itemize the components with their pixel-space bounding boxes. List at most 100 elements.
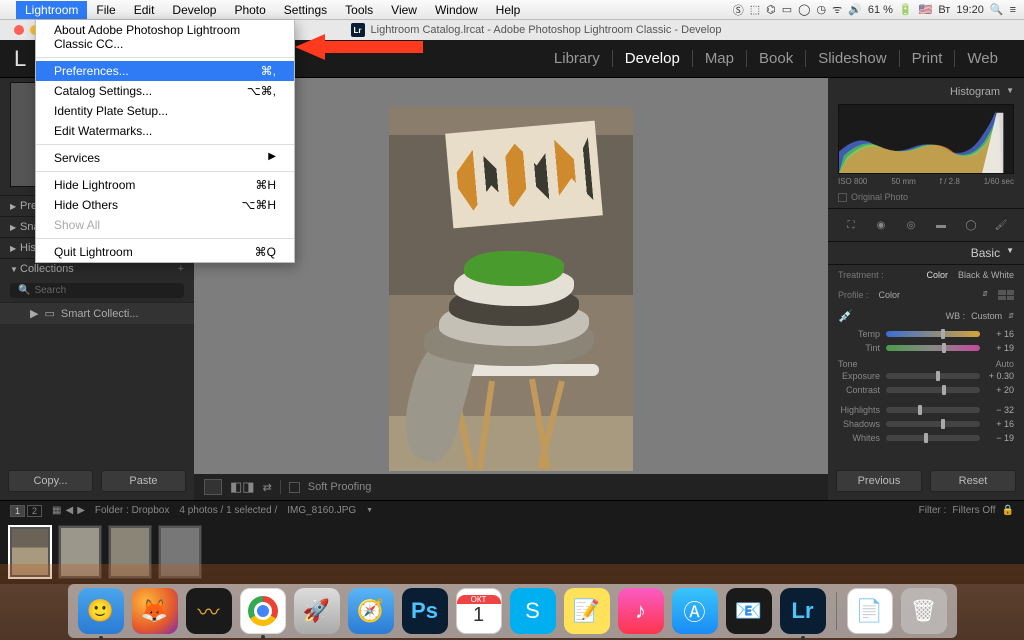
dock-appstore[interactable]: Ⓐ (672, 588, 718, 634)
module-library[interactable]: Library (542, 50, 612, 67)
menu-lightroom[interactable]: Lightroom (16, 1, 87, 19)
spotlight-icon[interactable]: 🔍 (990, 3, 1004, 16)
dock-app2[interactable]: 📧 (726, 588, 772, 634)
crop-tool[interactable]: ⛶ (841, 215, 861, 235)
menu-hide-others[interactable]: Hide Others⌥⌘H (36, 195, 294, 215)
treatment-color[interactable]: Color (926, 270, 948, 280)
menu-window[interactable]: Window (426, 1, 487, 19)
gradient-tool[interactable]: ▬ (931, 215, 951, 235)
previous-button[interactable]: Previous (836, 470, 922, 492)
histogram[interactable] (838, 104, 1014, 174)
shadows-slider[interactable] (886, 421, 980, 427)
menu-preferences[interactable]: Preferences...⌘, (36, 61, 294, 81)
smart-collections-item[interactable]: ▶▭Smart Collecti... (0, 302, 194, 324)
module-book[interactable]: Book (746, 50, 805, 67)
menu-tools[interactable]: Tools (336, 1, 382, 19)
dock-lightroom[interactable]: Lr (780, 588, 826, 634)
soft-proofing-checkbox[interactable] (289, 482, 300, 493)
dock-app[interactable]: 〰 (186, 588, 232, 634)
wifi-icon[interactable]: ᯤ (832, 2, 842, 17)
temp-slider[interactable] (886, 331, 980, 337)
contrast-slider[interactable] (886, 387, 980, 393)
volume-icon[interactable]: 🔊 (848, 3, 862, 16)
display-tray-icon[interactable]: ▭ (782, 3, 792, 16)
dock-trash[interactable]: 🗑 (901, 588, 947, 634)
shadows-value[interactable]: + 16 (986, 419, 1014, 429)
dropbox-tray-icon[interactable]: ⬚ (750, 3, 760, 16)
dock-firefox[interactable]: 🦊 (132, 588, 178, 634)
paste-button[interactable]: Paste (101, 470, 186, 492)
radial-tool[interactable]: ◯ (961, 215, 981, 235)
contrast-value[interactable]: + 20 (986, 385, 1014, 395)
dock-finder[interactable]: 🙂 (78, 588, 124, 634)
wb-select[interactable]: Custom (971, 311, 1002, 321)
menu-quit[interactable]: Quit Lightroom⌘Q (36, 242, 294, 262)
menu-catalog-settings[interactable]: Catalog Settings...⌥⌘, (36, 81, 294, 101)
basic-panel-header[interactable]: Basic (971, 246, 1000, 260)
filter-select[interactable]: Filters Off (952, 505, 995, 516)
module-print[interactable]: Print (899, 50, 955, 67)
switch-icon[interactable]: ⇄ (263, 481, 272, 494)
dock-itunes[interactable]: ♪ (618, 588, 664, 634)
dock-safari[interactable]: 🧭 (348, 588, 394, 634)
module-map[interactable]: Map (692, 50, 746, 67)
screen-1[interactable]: 1 (10, 505, 25, 517)
module-develop[interactable]: Develop (612, 50, 692, 67)
profile-browser-icon[interactable] (998, 290, 1014, 300)
menu-settings[interactable]: Settings (275, 1, 336, 19)
clock-tray-icon[interactable]: ◷ (816, 3, 826, 16)
nav-back-icon[interactable]: ◀ (65, 505, 73, 516)
menu-develop[interactable]: Develop (163, 1, 225, 19)
menu-photo[interactable]: Photo (225, 1, 274, 19)
menu-services[interactable]: Services▶ (36, 148, 294, 168)
nav-fwd-icon[interactable]: ▶ (77, 505, 85, 516)
dock-calendar[interactable]: ОКТ1 (456, 588, 502, 634)
cc-tray-icon[interactable]: ⌬ (766, 3, 776, 16)
treatment-bw[interactable]: Black & White (958, 270, 1014, 280)
highlights-slider[interactable] (886, 407, 980, 413)
menu-identity-plate[interactable]: Identity Plate Setup... (36, 101, 294, 121)
before-after-icon[interactable]: ◧◨ (230, 479, 255, 495)
dock-document[interactable]: 📄 (847, 588, 893, 634)
menu-extra-icon[interactable]: ≡ (1010, 4, 1016, 16)
screen-2[interactable]: 2 (27, 505, 42, 517)
temp-value[interactable]: + 16 (986, 329, 1014, 339)
copy-button[interactable]: Copy... (8, 470, 93, 492)
brush-tool[interactable]: 🖌 (991, 215, 1011, 235)
menu-file[interactable]: File (87, 1, 124, 19)
dock-chrome[interactable] (240, 588, 286, 634)
collections-search[interactable]: 🔍Search (10, 283, 184, 298)
menu-hide-lightroom[interactable]: Hide Lightroom⌘H (36, 175, 294, 195)
dock-notes[interactable]: 📝 (564, 588, 610, 634)
original-photo-checkbox[interactable] (838, 193, 847, 202)
auto-button[interactable]: Auto (995, 359, 1014, 369)
reset-button[interactable]: Reset (930, 470, 1016, 492)
menu-edit[interactable]: Edit (125, 1, 164, 19)
whites-slider[interactable] (886, 435, 980, 441)
folder-path[interactable]: Folder : Dropbox (95, 505, 169, 516)
menu-view[interactable]: View (382, 1, 426, 19)
profile-select[interactable]: Color ⇵ (875, 289, 992, 301)
module-slideshow[interactable]: Slideshow (805, 50, 898, 67)
grid-view-icon[interactable]: ▦ (52, 505, 61, 516)
menu-edit-watermarks[interactable]: Edit Watermarks... (36, 121, 294, 141)
wb-eyedropper[interactable]: 💉 (838, 309, 853, 323)
spot-tool[interactable]: ◉ (871, 215, 891, 235)
battery-icon[interactable]: 🔋 (899, 3, 913, 16)
whites-value[interactable]: − 19 (986, 433, 1014, 443)
tint-value[interactable]: + 19 (986, 343, 1014, 353)
filter-lock-icon[interactable]: 🔒 (1002, 505, 1014, 516)
dock-launchpad[interactable]: 🚀 (294, 588, 340, 634)
dock-skype[interactable]: S (510, 588, 556, 634)
dock-photoshop[interactable]: Ps (402, 588, 448, 634)
close-button[interactable] (14, 25, 24, 35)
module-web[interactable]: Web (954, 50, 1010, 67)
exposure-slider[interactable] (886, 373, 980, 379)
skype-tray-icon[interactable]: Ⓢ (733, 2, 744, 18)
highlights-value[interactable]: − 32 (986, 405, 1014, 415)
histogram-header[interactable]: Histogram (950, 86, 1000, 98)
loupe-view-button[interactable] (204, 479, 222, 495)
sync-tray-icon[interactable]: ◯ (798, 3, 810, 16)
menu-about[interactable]: About Adobe Photoshop Lightroom Classic … (36, 20, 294, 54)
identity-plate[interactable]: L (14, 46, 27, 72)
